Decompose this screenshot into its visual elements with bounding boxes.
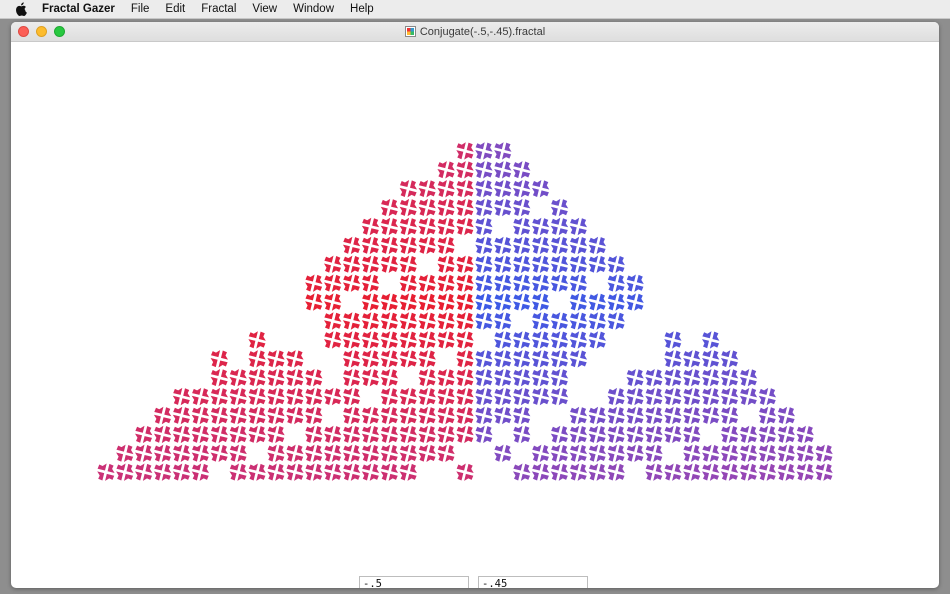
document-icon — [404, 26, 416, 37]
title-bar[interactable]: Conjugate(-.5,-.45).fractal — [11, 22, 939, 42]
document-window: Conjugate(-.5,-.45).fractal — [11, 22, 939, 588]
real-parameter-field[interactable] — [359, 576, 469, 588]
menu-file[interactable]: File — [123, 0, 158, 18]
fractal-pattern — [97, 142, 833, 481]
menu-edit[interactable]: Edit — [157, 0, 193, 18]
close-button[interactable] — [18, 26, 29, 37]
menu-bar: Fractal Gazer File Edit Fractal View Win… — [0, 0, 950, 19]
menu-help[interactable]: Help — [342, 0, 382, 18]
fractal-view[interactable] — [11, 42, 939, 588]
minimize-button[interactable] — [36, 26, 47, 37]
apple-menu-icon[interactable] — [15, 2, 29, 16]
menu-app-name[interactable]: Fractal Gazer — [40, 0, 123, 18]
fractal-canvas[interactable] — [11, 42, 939, 588]
window-title: Conjugate(-.5,-.45).fractal — [419, 25, 546, 38]
menu-view[interactable]: View — [244, 0, 285, 18]
imaginary-parameter-field[interactable] — [478, 576, 588, 588]
menu-fractal[interactable]: Fractal — [193, 0, 244, 18]
window-controls — [18, 26, 65, 37]
zoom-button[interactable] — [54, 26, 65, 37]
menu-window[interactable]: Window — [285, 0, 342, 18]
